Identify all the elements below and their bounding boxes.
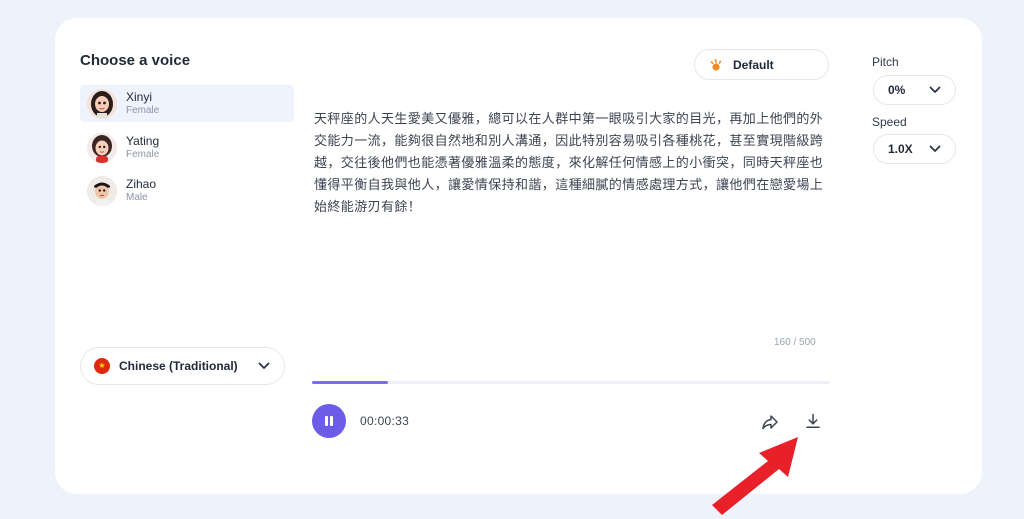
voice-style-label: Default xyxy=(733,57,774,72)
language-label: Chinese (Traditional) xyxy=(119,359,238,373)
text-input-area[interactable]: 天秤座的人天生愛美又優雅，總可以在人群中第一眼吸引大家的目光，再加上他們的外交能… xyxy=(314,108,832,218)
voice-item-zihao[interactable]: Zihao Male xyxy=(80,172,294,209)
xinyi-avatar xyxy=(87,88,117,119)
playback-time: 00:00:33 xyxy=(360,414,410,428)
pause-icon xyxy=(323,415,335,427)
pitch-label: Pitch xyxy=(872,55,899,69)
pitch-value: 0% xyxy=(888,83,906,97)
voice-gender: Female xyxy=(126,105,160,116)
voice-gender: Female xyxy=(126,149,160,160)
voice-name: Zihao xyxy=(126,177,157,191)
voice-style-button[interactable]: Default xyxy=(694,49,829,80)
pause-button[interactable] xyxy=(312,404,346,438)
voice-name: Xinyi xyxy=(126,90,153,104)
speed-value: 1.0X xyxy=(888,142,913,156)
zihao-avatar xyxy=(87,175,117,206)
voice-gender: Male xyxy=(126,192,148,203)
choose-voice-title: Choose a voice xyxy=(80,52,191,69)
voice-name: Yating xyxy=(126,134,160,148)
speed-label: Speed xyxy=(872,115,907,129)
pitch-select[interactable]: 0% xyxy=(873,75,956,105)
china-flag-icon: ★ xyxy=(94,358,110,374)
audio-progress-track[interactable] xyxy=(312,381,830,384)
chevron-down-icon xyxy=(929,145,941,153)
speed-select[interactable]: 1.0X xyxy=(873,134,956,164)
character-count: 160 / 500 xyxy=(774,337,816,348)
yating-avatar xyxy=(87,132,117,163)
sparkle-icon xyxy=(710,58,724,72)
voice-item-yating[interactable]: Yating Female xyxy=(80,129,294,166)
chevron-down-icon xyxy=(258,362,270,370)
voice-item-xinyi[interactable]: Xinyi Female xyxy=(80,85,294,122)
chevron-down-icon xyxy=(929,86,941,94)
language-select[interactable]: ★ Chinese (Traditional) xyxy=(80,347,285,385)
audio-progress-fill xyxy=(312,381,388,384)
red-arrow-annotation xyxy=(712,437,798,515)
